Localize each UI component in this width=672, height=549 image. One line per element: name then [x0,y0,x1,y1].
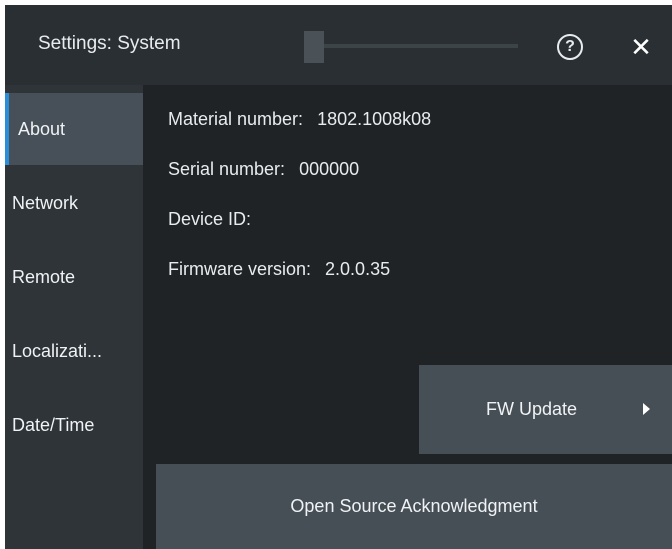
sidebar: About Network Remote Localizati... Date/… [5,85,143,549]
material-number-value: 1802.1008k08 [317,109,432,129]
serial-number-label: Serial number: [168,159,286,179]
fw-update-button[interactable]: FW Update [419,365,672,454]
help-button[interactable]: ? [552,29,588,65]
settings-dialog: Settings: System ? ✕ About Network Remot… [5,5,672,549]
device-id-label: Device ID: [168,209,252,229]
open-source-label: Open Source Acknowledgment [290,496,538,516]
sidebar-item-label: Date/Time [12,414,95,435]
help-icon: ? [557,34,583,60]
serial-number-row: Serial number: 000000 [168,159,359,180]
title-bar: Settings: System ? ✕ [5,5,672,85]
sidebar-item-about[interactable]: About [5,93,143,165]
chevron-right-icon [643,403,650,415]
firmware-version-value: 2.0.0.35 [325,259,391,279]
material-number-label: Material number: [168,109,304,129]
fw-update-label: FW Update [486,399,578,419]
sidebar-item-localization[interactable]: Localizati... [5,315,143,387]
firmware-version-label: Firmware version: [168,259,312,279]
sidebar-item-network[interactable]: Network [5,167,143,239]
close-icon: ✕ [630,31,652,62]
sidebar-item-label: Localizati... [12,340,103,361]
open-source-acknowledgment-button[interactable]: Open Source Acknowledgment [156,464,672,549]
sidebar-item-remote[interactable]: Remote [5,241,143,313]
dialog-title: Settings: System [38,33,181,54]
sidebar-item-label: Network [12,192,79,213]
device-id-row: Device ID: [168,209,265,230]
sidebar-item-label: Remote [12,266,76,287]
sidebar-item-label: About [18,118,66,139]
sidebar-item-date-time[interactable]: Date/Time [5,389,143,461]
serial-number-value: 000000 [299,159,360,179]
transparency-slider-thumb[interactable] [304,31,324,63]
close-button[interactable]: ✕ [623,29,659,65]
transparency-slider-track[interactable] [320,44,518,48]
material-number-row: Material number: 1802.1008k08 [168,109,431,130]
about-panel: Material number: 1802.1008k08 Serial numb… [143,85,672,549]
firmware-version-row: Firmware version: 2.0.0.35 [168,259,390,280]
